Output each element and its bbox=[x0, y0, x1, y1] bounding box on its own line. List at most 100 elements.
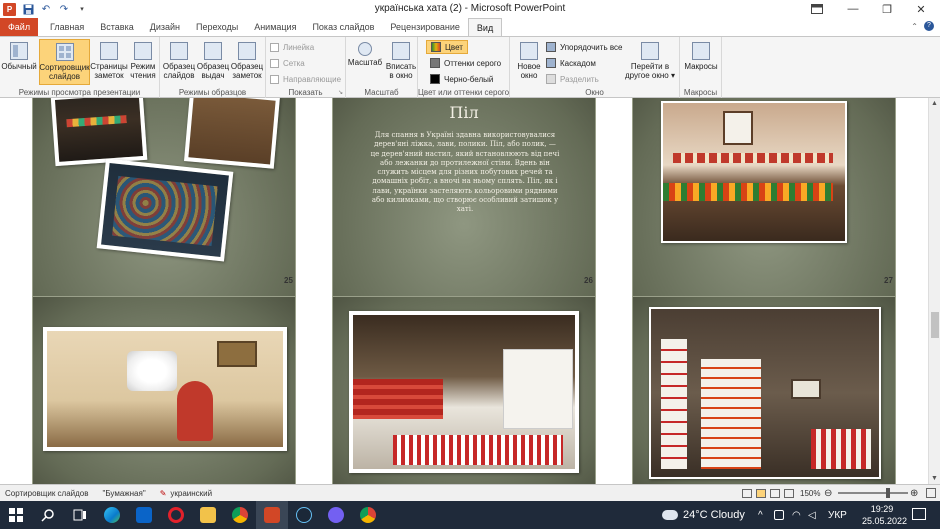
notifications-icon[interactable] bbox=[912, 508, 926, 520]
normal-view-icon[interactable] bbox=[742, 488, 752, 498]
fit-to-window-button[interactable]: Вписать в окно bbox=[384, 39, 418, 85]
slide-thumbnail-29[interactable] bbox=[332, 296, 596, 484]
macros-icon bbox=[692, 42, 710, 60]
powerpoint-logo-icon[interactable]: P bbox=[3, 2, 16, 16]
help-icon[interactable]: ? bbox=[924, 21, 934, 31]
photo-interior-bench bbox=[661, 101, 847, 243]
window-title: українська хата (2) - Microsoft PowerPoi… bbox=[374, 3, 566, 14]
reading-view-button[interactable]: Режим чтения bbox=[126, 39, 160, 85]
photo-painted-chest-1 bbox=[50, 98, 148, 167]
color-button[interactable]: Цвет bbox=[426, 40, 468, 54]
guides-checkbox[interactable]: Направляющие bbox=[270, 72, 341, 86]
wifi-icon[interactable]: ◠ bbox=[792, 510, 801, 521]
fit-slide-icon[interactable] bbox=[926, 488, 936, 498]
grid-checkbox[interactable]: Сетка bbox=[270, 56, 305, 70]
status-language[interactable]: украинский bbox=[170, 489, 212, 498]
title-bar: P ↶ ↷ ▾ українська хата (2) - Microsoft … bbox=[0, 0, 940, 18]
clock[interactable]: 19:29 25.05.2022 bbox=[862, 503, 908, 527]
photo-painted-room bbox=[43, 327, 287, 451]
tray-overflow-icon[interactable]: ^ bbox=[758, 510, 763, 521]
file-explorer-icon[interactable] bbox=[192, 501, 224, 529]
macros-button[interactable]: Макросы bbox=[684, 39, 718, 85]
ruler-checkbox[interactable]: Линейка bbox=[270, 40, 314, 54]
zoom-out-button[interactable]: ⊖ bbox=[824, 488, 832, 499]
arrange-all-button[interactable]: Упорядочить все bbox=[546, 40, 622, 54]
split-button[interactable]: Разделить bbox=[546, 72, 599, 86]
clock-date: 25.05.2022 bbox=[862, 516, 908, 526]
tab-home[interactable]: Главная bbox=[42, 18, 92, 36]
chrome-icon[interactable] bbox=[224, 501, 256, 529]
tab-design[interactable]: Дизайн bbox=[142, 18, 188, 36]
slide-master-icon bbox=[170, 42, 188, 60]
notes-master-button[interactable]: Образец заметок bbox=[230, 39, 264, 85]
tab-insert[interactable]: Вставка bbox=[92, 18, 141, 36]
handout-master-button[interactable]: Образец выдач bbox=[196, 39, 230, 85]
photo-painted-chest-2 bbox=[96, 158, 234, 262]
weather-text: 24°C Cloudy bbox=[683, 509, 745, 521]
new-window-button[interactable]: Новое окно bbox=[512, 39, 546, 85]
slideshow-view-icon[interactable] bbox=[784, 488, 794, 498]
group-label: Показать bbox=[288, 88, 323, 97]
scroll-thumb[interactable] bbox=[931, 312, 939, 338]
tab-transitions[interactable]: Переходы bbox=[188, 18, 246, 36]
viber-icon[interactable] bbox=[320, 501, 352, 529]
cascade-button[interactable]: Каскадом bbox=[546, 56, 596, 70]
close-button[interactable]: ✕ bbox=[904, 0, 938, 18]
slide-number: 25 bbox=[284, 276, 293, 285]
undo-button[interactable]: ↶ bbox=[40, 3, 52, 15]
maximize-button[interactable]: ❐ bbox=[870, 0, 904, 18]
powerpoint-taskbar-icon[interactable] bbox=[256, 501, 288, 529]
windows-start-icon[interactable] bbox=[0, 501, 32, 529]
volume-icon[interactable]: ◁ bbox=[808, 510, 816, 521]
notes-page-button[interactable]: Страницы заметок bbox=[90, 39, 128, 85]
save-icon[interactable] bbox=[22, 3, 34, 15]
black-white-button[interactable]: Черно-белый bbox=[430, 72, 493, 86]
collapse-ribbon-icon[interactable]: ⌃ bbox=[911, 22, 918, 31]
tab-slideshow[interactable]: Показ слайдов bbox=[304, 18, 382, 36]
chrome-alt-icon[interactable] bbox=[352, 501, 384, 529]
reading-view-icon[interactable] bbox=[770, 488, 780, 498]
customize-qat-icon[interactable]: ▾ bbox=[76, 3, 88, 15]
group-label: Макросы bbox=[683, 88, 718, 97]
zoom-slider-thumb[interactable] bbox=[886, 488, 890, 498]
tab-animations[interactable]: Анимация bbox=[246, 18, 304, 36]
mail-icon[interactable] bbox=[128, 501, 160, 529]
switch-windows-button[interactable]: Перейти в другое окно ▾ bbox=[622, 39, 678, 85]
sorter-view-icon[interactable] bbox=[756, 488, 766, 498]
slide-master-button[interactable]: Образец слайдов bbox=[162, 39, 196, 85]
tab-review[interactable]: Рецензирование bbox=[382, 18, 468, 36]
group-zoom: Масштаб Вписать в окно Масштаб bbox=[346, 37, 418, 98]
tray-app-icon[interactable] bbox=[774, 510, 784, 520]
fit-window-icon bbox=[392, 42, 410, 60]
slide-thumbnail-28[interactable] bbox=[32, 296, 296, 484]
dialog-launcher-icon[interactable]: ↘ bbox=[338, 89, 343, 96]
redo-button[interactable]: ↷ bbox=[58, 3, 70, 15]
zoom-in-button[interactable]: ⊕ bbox=[910, 488, 918, 499]
vertical-scrollbar[interactable]: ▲ ▼ bbox=[928, 98, 940, 484]
quick-access-toolbar: P ↶ ↷ ▾ bbox=[0, 2, 88, 16]
search-icon[interactable] bbox=[32, 501, 64, 529]
weather-widget[interactable]: 24°C Cloudy bbox=[662, 509, 745, 521]
scroll-up-icon[interactable]: ▲ bbox=[931, 100, 938, 107]
grayscale-button[interactable]: Оттенки серого bbox=[430, 56, 501, 70]
tab-file[interactable]: Файл bbox=[0, 18, 38, 36]
tab-view[interactable]: Вид bbox=[467, 18, 503, 36]
opera-icon[interactable] bbox=[160, 501, 192, 529]
handout-master-icon bbox=[204, 42, 222, 60]
slide-title: Піл bbox=[449, 103, 479, 122]
normal-view-button[interactable]: Обычный bbox=[1, 39, 37, 85]
slide-thumbnail-30[interactable] bbox=[632, 296, 896, 484]
group-show: Линейка Сетка Направляющие Показать ↘ bbox=[266, 37, 346, 98]
spellcheck-icon[interactable]: ✎ bbox=[160, 489, 167, 498]
zoom-level[interactable]: 150% bbox=[800, 489, 820, 498]
ribbon-options-icon[interactable] bbox=[800, 0, 834, 18]
slide-sorter-button[interactable]: Сортировщик слайдов bbox=[39, 39, 90, 85]
scroll-down-icon[interactable]: ▼ bbox=[931, 475, 938, 482]
input-language[interactable]: УКР bbox=[828, 510, 847, 521]
steam-icon[interactable] bbox=[288, 501, 320, 529]
edge-browser-icon[interactable] bbox=[96, 501, 128, 529]
zoom-slider[interactable] bbox=[838, 488, 908, 498]
task-view-icon[interactable] bbox=[64, 501, 96, 529]
minimize-button[interactable]: — bbox=[836, 0, 870, 18]
zoom-button[interactable]: Масштаб bbox=[348, 39, 382, 85]
